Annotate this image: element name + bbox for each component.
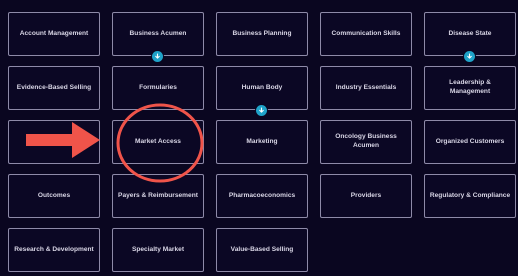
tile-managed-markets[interactable]: Managed Markets xyxy=(8,120,100,164)
tile-payers-reimbursement[interactable]: Payers & Reimbursement xyxy=(112,174,204,218)
tile-label: Communication Skills xyxy=(331,29,401,37)
tile-account-management[interactable]: Account Management xyxy=(8,12,100,56)
download-badge-icon[interactable] xyxy=(464,51,475,62)
tile-human-body[interactable]: Human Body xyxy=(216,66,308,110)
tile-industry-essentials[interactable]: Industry Essentials xyxy=(320,66,412,110)
tile-label: Regulatory & Compliance xyxy=(429,191,511,199)
tile-label: Providers xyxy=(350,191,382,199)
tile-label: Market Access xyxy=(135,137,181,145)
tile-label: Managed Markets xyxy=(26,137,82,145)
tile-label: Leadership & Management xyxy=(449,79,491,95)
tile-label: Evidence-Based Selling xyxy=(16,83,92,91)
download-badge-icon[interactable] xyxy=(152,51,163,62)
tile-value-based-selling[interactable]: Value-Based Selling xyxy=(216,228,308,272)
tile-label: Account Management xyxy=(19,29,89,37)
download-badge-icon[interactable] xyxy=(256,105,267,116)
tile-outcomes[interactable]: Outcomes xyxy=(8,174,100,218)
tile-communication-skills[interactable]: Communication Skills xyxy=(320,12,412,56)
tile-label: Specialty Market xyxy=(131,245,185,253)
tile-organized-customers[interactable]: Organized Customers xyxy=(424,120,516,164)
tile-disease-state[interactable]: Disease State xyxy=(424,12,516,56)
tile-pharmacoeconomics[interactable]: Pharmacoeconomics xyxy=(216,174,308,218)
tile-label: Human Body xyxy=(241,83,283,91)
tile-regulatory-compliance[interactable]: Regulatory & Compliance xyxy=(424,174,516,218)
tile-label: Formularies xyxy=(139,83,177,91)
tile-marketing[interactable]: Marketing xyxy=(216,120,308,164)
tile-label: Business Acumen xyxy=(129,29,187,37)
tile-providers[interactable]: Providers xyxy=(320,174,412,218)
tile-business-planning[interactable]: Business Planning xyxy=(216,12,308,56)
tile-label: Oncology Business Acumen xyxy=(335,133,397,149)
tile-evidence-based-selling[interactable]: Evidence-Based Selling xyxy=(8,66,100,110)
tile-label: Disease State xyxy=(448,29,492,37)
tile-market-access[interactable]: Market Access xyxy=(112,120,204,164)
tile-oncology-business-acumen[interactable]: Oncology Business Acumen xyxy=(320,120,412,164)
tile-specialty-market[interactable]: Specialty Market xyxy=(112,228,204,272)
tile-business-acumen[interactable]: Business Acumen xyxy=(112,12,204,56)
tile-research-development[interactable]: Research & Development xyxy=(8,228,100,272)
tile-label: Research & Development xyxy=(14,245,94,253)
tile-label: Payers & Reimbursement xyxy=(118,191,198,199)
tile-label: Industry Essentials xyxy=(335,83,397,91)
tile-label: Organized Customers xyxy=(435,137,505,145)
tile-leadership-management[interactable]: Leadership & Management xyxy=(424,66,516,110)
tile-label: Business Planning xyxy=(232,29,292,37)
tile-label: Outcomes xyxy=(37,191,71,199)
tile-label: Pharmacoeconomics xyxy=(228,191,296,199)
tile-label: Value-Based Selling xyxy=(230,245,294,253)
tile-label: Marketing xyxy=(246,137,278,145)
tile-formularies[interactable]: Formularies xyxy=(112,66,204,110)
topic-grid: Account Management Business Acumen Busin… xyxy=(0,0,518,276)
